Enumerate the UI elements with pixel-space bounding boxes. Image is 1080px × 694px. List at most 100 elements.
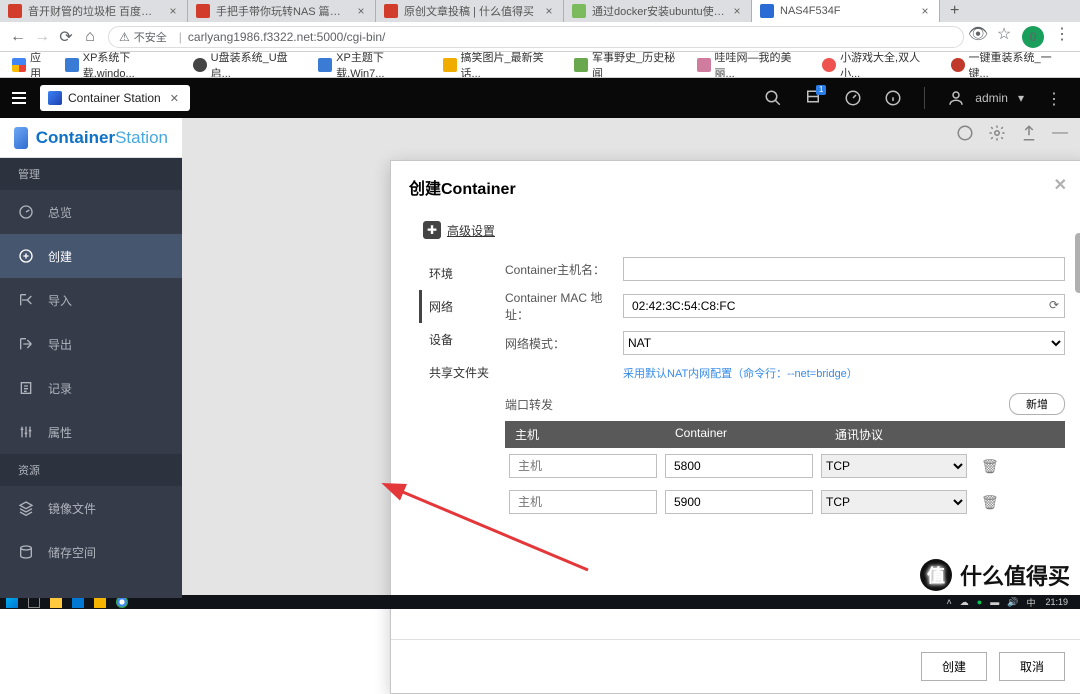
nav-label: 共享文件夹 [429, 366, 489, 380]
sidebar-item-label: 导入 [48, 292, 72, 309]
settings-nav-shared[interactable]: 共享文件夹 [419, 356, 505, 389]
hostname-input[interactable] [623, 257, 1065, 281]
refresh-icon[interactable]: ⟳ [1049, 298, 1059, 312]
sidebar-item-import[interactable]: 导入 [0, 278, 182, 322]
brand-b: Station [115, 128, 168, 148]
back-button[interactable]: ← [6, 25, 30, 49]
sidebar-item-logs[interactable]: 记录 [0, 366, 182, 410]
sidebar-item-label: 储存空间 [48, 544, 96, 561]
bookmark[interactable]: 搞笑图片_最新笑话... [437, 52, 566, 78]
clock[interactable]: 21:19 [1045, 597, 1074, 607]
add-port-button[interactable]: 新增 [1009, 393, 1065, 415]
sidebar-item-properties[interactable]: 属性 [0, 410, 182, 454]
sidebar-item-storage[interactable]: 储存空间 [0, 530, 182, 574]
modal-title: 创建Container [409, 175, 516, 199]
url-input[interactable]: ⚠ 不安全 | carlyang1986.f3322.net:5000/cgi-… [108, 26, 964, 48]
close-icon[interactable]: × [543, 5, 555, 17]
browser-tab[interactable]: 通过docker安装ubuntu使用...× [564, 0, 752, 22]
bookmark-favicon [443, 58, 457, 72]
browser-tab[interactable]: 手把手带你玩转NAS 篇二十... × [188, 0, 376, 22]
settings-nav-device[interactable]: 设备 [419, 323, 505, 356]
host-port-input[interactable] [509, 454, 657, 478]
container-port-input[interactable] [665, 490, 813, 514]
browser-tab[interactable]: 原创文章投稿 | 什么值得买× [376, 0, 564, 22]
close-icon[interactable]: × [919, 5, 931, 17]
insecure-label: 不安全 [134, 29, 167, 45]
new-tab-button[interactable]: + [940, 2, 969, 20]
sidebar-item-export[interactable]: 导出 [0, 322, 182, 366]
bookmark[interactable]: 小游戏大全,双人小... [816, 52, 942, 78]
delete-icon[interactable]: 🗑 [975, 458, 999, 475]
tray-chevron-icon[interactable]: ˄ [947, 597, 952, 607]
star-icon[interactable]: ☆ [996, 26, 1012, 42]
sidebar-item-overview[interactable]: 总览 [0, 190, 182, 234]
modal-create-button[interactable]: 创建 [921, 652, 987, 681]
protocol-select[interactable]: TCP [821, 454, 967, 478]
volume-icon[interactable]: 🔊 [1007, 597, 1018, 608]
network-icon[interactable]: ▬ [990, 597, 999, 607]
reload-button[interactable]: ⟳ [54, 25, 78, 49]
settings-nav-env[interactable]: 环境 [419, 257, 505, 290]
mac-input[interactable] [623, 294, 1065, 318]
close-icon[interactable]: ✕ [167, 92, 182, 105]
sidebar-item-label: 记录 [48, 380, 72, 397]
delete-icon[interactable]: 🗑 [975, 494, 999, 511]
nas-toolbar: 1 admin ▾ ⋮ [764, 87, 1072, 109]
bookmark[interactable]: XP主题下载,Win7... [312, 52, 434, 78]
dashboard-icon [18, 204, 34, 220]
forward-button[interactable]: → [30, 25, 54, 49]
profile-avatar[interactable]: 0 [1022, 26, 1044, 48]
cast-icon[interactable]: 👁 [970, 26, 986, 42]
sliders-icon [18, 424, 34, 440]
netmode-select[interactable]: NAT [623, 331, 1065, 355]
more-icon[interactable]: ⋮ [1046, 89, 1064, 107]
bookmark[interactable]: 一键重装系统_一键... [945, 52, 1074, 78]
cloud-icon[interactable]: ☁ [960, 597, 969, 608]
nat-note-link[interactable]: 采用默认NAT内网配置（命令行：--net=bridge） [505, 363, 1065, 393]
url-text: carlyang1986.f3322.net:5000/cgi-bin/ [188, 30, 385, 44]
ime-icon[interactable]: 中 [1026, 596, 1035, 609]
portforward-label: 端口转发 [505, 396, 553, 413]
protocol-select[interactable]: TCP [821, 490, 967, 514]
browser-tab[interactable]: 音开财管的垃圾柜 百度云_值得...× [0, 0, 188, 22]
wechat-icon[interactable]: ● [977, 597, 982, 607]
info-icon[interactable] [884, 89, 902, 107]
system-tray[interactable]: ˄ ☁ ● ▬ 🔊 中 [947, 596, 1036, 609]
browser-tab-active[interactable]: NAS4F534F× [752, 0, 940, 22]
modal-cancel-button[interactable]: 取消 [999, 652, 1065, 681]
host-port-input[interactable] [509, 490, 657, 514]
close-icon[interactable]: × [355, 5, 367, 17]
menu-icon[interactable]: ⋮ [1054, 26, 1070, 42]
sidebar-item-images[interactable]: 镜像文件 [0, 486, 182, 530]
bookmark[interactable]: 军事野史_历史秘闻 [568, 52, 689, 78]
bookmark[interactable]: U盘装系统_U盘启... [187, 52, 311, 78]
container-port-input[interactable] [665, 454, 813, 478]
sidebar-item-create[interactable]: 创建 [0, 234, 182, 278]
bookmark[interactable]: XP系统下载,windo... [59, 52, 185, 78]
apps-shortcut[interactable]: 应用 [6, 52, 57, 78]
hamburger-menu[interactable] [8, 88, 30, 108]
bookmark[interactable]: 哇哇网—我的美丽... [691, 52, 815, 78]
nav-label: 环境 [429, 267, 453, 281]
nav-label: 网络 [429, 300, 453, 314]
settings-nav-network[interactable]: 网络 [419, 290, 505, 323]
advanced-settings-toggle[interactable]: ✚ 高级设置 [419, 221, 1065, 239]
tab-title: 手把手带你玩转NAS 篇二十... [216, 3, 351, 19]
home-button[interactable]: ⌂ [78, 25, 102, 49]
insecure-icon: ⚠ [119, 30, 130, 44]
scrollbar[interactable] [1075, 233, 1080, 293]
search-icon[interactable] [764, 89, 782, 107]
tab-favicon [196, 4, 210, 18]
close-icon[interactable]: × [731, 5, 743, 17]
nas-header: Container Station ✕ 1 admin ▾ ⋮ [0, 78, 1080, 118]
watermark-text: 什么值得买 [960, 559, 1070, 591]
dashboard-icon[interactable] [844, 89, 862, 107]
netmode-label: 网络模式： [505, 335, 615, 352]
close-icon[interactable]: × [167, 5, 179, 17]
app-tab-container-station[interactable]: Container Station ✕ [40, 85, 190, 111]
user-menu[interactable]: admin ▾ [947, 89, 1024, 107]
close-icon[interactable]: ✕ [1054, 175, 1067, 199]
apps-icon [12, 58, 26, 72]
notification-icon[interactable]: 1 [804, 89, 822, 107]
divider: | [179, 30, 182, 44]
